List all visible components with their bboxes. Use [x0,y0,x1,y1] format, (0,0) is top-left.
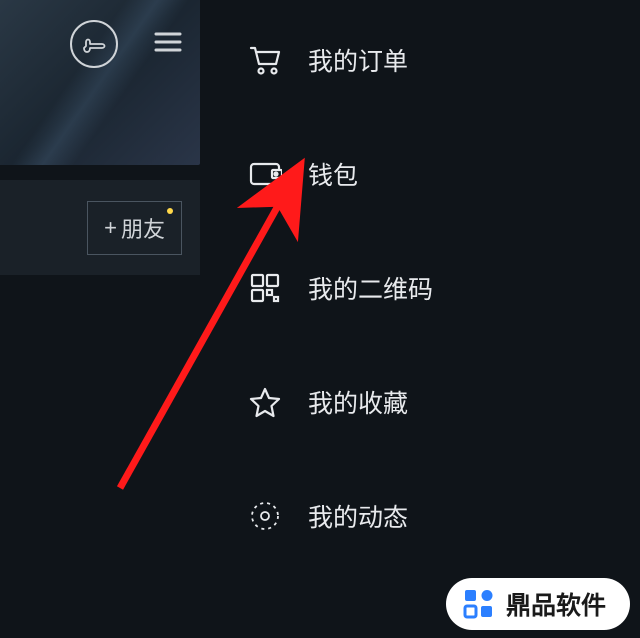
menu-label: 钱包 [308,156,358,192]
star-icon [249,386,281,418]
hamburger-icon [153,30,183,54]
watermark-badge: 鼎品软件 [446,578,630,630]
cart-icon [248,44,282,76]
friend-panel: + 朋友 [0,180,200,275]
menu-label: 我的动态 [308,498,408,534]
menu-item-qrcode[interactable]: 我的二维码 [248,270,433,306]
hamburger-menu-button[interactable] [153,30,183,59]
pointing-hand-icon [81,33,107,55]
menu-label: 我的二维码 [308,270,433,306]
menu-item-orders[interactable]: 我的订单 [248,42,433,78]
menu-label: 我的收藏 [308,384,408,420]
side-menu: 我的订单 钱包 我的二维码 [248,42,433,534]
watermark-text: 鼎品软件 [506,586,606,622]
add-friend-button[interactable]: + 朋友 [87,201,182,255]
menu-item-activity[interactable]: 我的动态 [248,498,433,534]
profile-header-panel [0,0,200,165]
pointer-button[interactable] [70,20,118,68]
activity-icon [249,500,281,532]
plus-icon: + [104,215,117,241]
qrcode-icon [250,273,280,303]
notification-dot-icon [167,208,173,214]
brand-logo-icon [462,587,496,621]
friend-label: 朋友 [121,212,165,244]
menu-label: 我的订单 [308,42,408,78]
wallet-icon [248,160,282,188]
menu-item-wallet[interactable]: 钱包 [248,156,433,192]
menu-item-favorites[interactable]: 我的收藏 [248,384,433,420]
